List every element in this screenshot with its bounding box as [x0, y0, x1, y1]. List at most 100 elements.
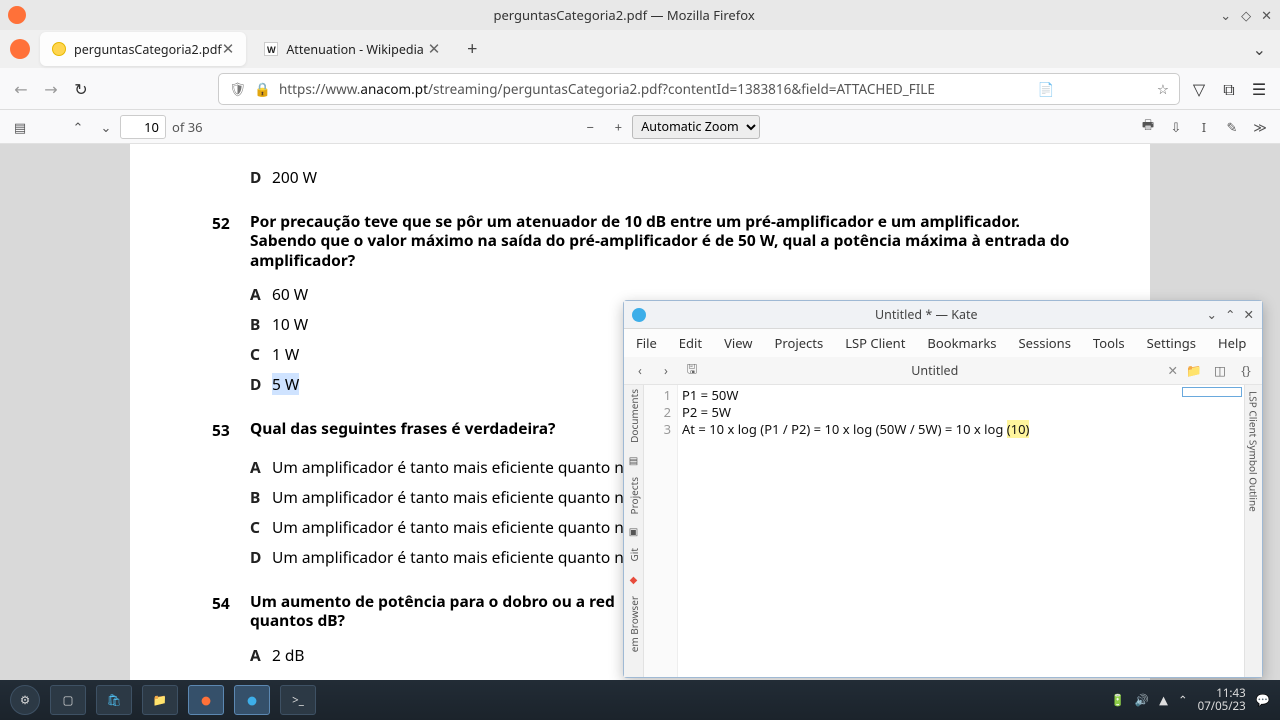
option-value-selected: 5 W	[272, 373, 299, 395]
kate-icon	[632, 308, 646, 322]
taskbar-clock[interactable]: 11:43 07/05/23	[1198, 687, 1246, 713]
option-value: Um amplificador é tanto mais eficiente q…	[272, 456, 624, 478]
zoom-select[interactable]: Automatic Zoom	[632, 115, 760, 139]
kate-nav-forward-icon[interactable]: ›	[656, 361, 676, 381]
firefox-icon	[8, 6, 26, 24]
tray-chevron-icon[interactable]: ⌃	[1178, 693, 1188, 708]
bookmark-star-icon[interactable]: ☆	[1157, 80, 1169, 98]
kate-save-icon[interactable]: 🖫	[682, 361, 702, 381]
kate-title-bar[interactable]: Untitled * — Kate ⌄ ⌃ ✕	[624, 301, 1262, 329]
taskbar-files-icon[interactable]: 📁	[142, 685, 178, 715]
menu-help[interactable]: Help	[1218, 334, 1246, 352]
page-down-icon[interactable]: ⌄	[92, 113, 120, 141]
kate-editor[interactable]: 123 P1 = 50W P2 = 5W At = 10 x log (P1 /…	[644, 385, 1244, 677]
tools-overflow-icon[interactable]: ≫	[1246, 113, 1274, 141]
window-title: perguntasCategoria2.pdf — Mozilla Firefo…	[38, 6, 1210, 24]
pdf-favicon-icon	[52, 42, 66, 56]
zoom-in-icon[interactable]: +	[604, 113, 632, 141]
kate-window-title: Untitled * — Kate	[654, 306, 1199, 323]
kate-right-sidebar[interactable]: LSP Client Symbol Outline	[1244, 385, 1262, 677]
url-text: https://www.anacom.pt/streaming/pergunta…	[279, 80, 935, 98]
side-lsp-outline[interactable]: LSP Client Symbol Outline	[1247, 391, 1261, 677]
menu-bookmarks[interactable]: Bookmarks	[927, 334, 996, 352]
zoom-out-icon[interactable]: −	[576, 113, 604, 141]
shield-icon[interactable]: 🛡	[229, 80, 246, 98]
side-browser[interactable]: em Browser	[627, 596, 641, 652]
tray-network-icon[interactable]: ▲	[1159, 693, 1168, 708]
pocket-icon[interactable]: ▽	[1188, 78, 1210, 100]
tray-battery-icon[interactable]: 🔋	[1110, 693, 1124, 708]
tab-close-icon[interactable]: ✕	[222, 39, 235, 59]
kate-tab-bar: ‹ › 🖫 Untitled ✕ 📁 ◫ {}	[624, 357, 1262, 385]
print-icon[interactable]: 🖶	[1134, 113, 1162, 141]
kate-code[interactable]: P1 = 50W P2 = 5W At = 10 x log (P1 / P2)…	[678, 385, 1033, 677]
download-icon[interactable]: ⇩	[1162, 113, 1190, 141]
new-tab-button[interactable]: +	[458, 35, 486, 63]
close-icon[interactable]: ✕	[1261, 6, 1272, 24]
forward-button[interactable]: →	[40, 78, 62, 100]
reader-icon[interactable]: 📄	[1037, 80, 1054, 98]
draw-icon[interactable]: ✎	[1218, 113, 1246, 141]
menu-tools[interactable]: Tools	[1093, 334, 1125, 352]
option-value: 2 dB	[272, 644, 305, 666]
text-select-icon[interactable]: I	[1190, 113, 1218, 141]
kate-menu-bar: File Edit View Projects LSP Client Bookm…	[624, 329, 1262, 357]
app-launcher-icon[interactable]: ⚙	[10, 685, 40, 715]
kate-close-icon[interactable]: ✕	[1244, 306, 1254, 323]
maximize-icon[interactable]: ◇	[1241, 6, 1251, 24]
taskbar-terminal-icon[interactable]: >_	[280, 685, 316, 715]
taskbar: ⚙ ▢ 🛍 📁 ● ● >_ 🔋 🔊 ▲ ⌃ 11:43 07/05/23 💬	[0, 680, 1280, 720]
page-up-icon[interactable]: ⌃	[64, 113, 92, 141]
menu-view[interactable]: View	[724, 334, 752, 352]
menu-lsp-client[interactable]: LSP Client	[845, 334, 905, 352]
side-documents[interactable]: Documents	[627, 389, 641, 443]
kate-open-icon[interactable]: 📁	[1184, 361, 1204, 381]
minimap-icon[interactable]	[1182, 387, 1242, 397]
sidebar-toggle-icon[interactable]: ▤	[6, 113, 34, 141]
tab-wikipedia[interactable]: W Attenuation - Wikipedia ✕	[252, 32, 452, 66]
side-doc-icon[interactable]: ▤	[629, 453, 638, 467]
pdf-toolbar: ▤ ⌃ ⌄ of 36 − + Automatic Zoom 🖶 ⇩ I ✎ ≫	[0, 110, 1280, 144]
tray-notifications-icon[interactable]: 💬	[1256, 693, 1270, 708]
option-value: Um amplificador é tanto mais eficiente q…	[272, 546, 624, 568]
tray-volume-icon[interactable]: 🔊	[1135, 693, 1149, 708]
reload-button[interactable]: ↻	[70, 78, 92, 100]
taskbar-firefox-icon[interactable]: ●	[188, 685, 224, 715]
back-button[interactable]: ←	[10, 78, 32, 100]
taskbar-desktop-icon[interactable]: ▢	[50, 685, 86, 715]
tab-pdf[interactable]: perguntasCategoria2.pdf ✕	[40, 32, 246, 66]
lock-icon[interactable]: 🔒	[254, 80, 271, 98]
question-number: 52	[212, 212, 230, 234]
kate-tab-close-icon[interactable]: ✕	[1168, 362, 1178, 379]
tab-close-icon[interactable]: ✕	[428, 39, 441, 59]
kate-document-tab[interactable]: Untitled	[708, 362, 1162, 379]
kate-split-icon[interactable]: ◫	[1210, 361, 1230, 381]
menu-file[interactable]: File	[636, 334, 657, 352]
kate-nav-back-icon[interactable]: ‹	[630, 361, 650, 381]
kate-minimize-icon[interactable]: ⌄	[1207, 306, 1217, 323]
url-bar[interactable]: 🛡 🔒 https://www.anacom.pt/streaming/perg…	[218, 73, 1180, 105]
option-value: 10 W	[272, 313, 308, 335]
menu-settings[interactable]: Settings	[1147, 334, 1196, 352]
side-projects[interactable]: Projects	[627, 477, 641, 514]
menu-edit[interactable]: Edit	[679, 334, 702, 352]
minimize-icon[interactable]: ⌄	[1220, 6, 1231, 24]
taskbar-kate-icon[interactable]: ●	[234, 685, 270, 715]
firefox-tab-icon[interactable]	[10, 39, 30, 59]
wikipedia-favicon-icon: W	[264, 42, 278, 56]
page-number-input[interactable]	[120, 115, 166, 139]
taskbar-store-icon[interactable]: 🛍	[96, 685, 132, 715]
extensions-icon[interactable]: ⧉	[1218, 78, 1240, 100]
side-proj-icon[interactable]: ▣	[629, 524, 638, 538]
question-number: 54	[212, 592, 230, 614]
menu-projects[interactable]: Projects	[775, 334, 824, 352]
menu-icon[interactable]: ☰	[1248, 78, 1270, 100]
kate-body: Documents ▤ Projects ▣ Git ◆ em Browser …	[624, 385, 1262, 677]
side-git[interactable]: Git	[627, 548, 641, 561]
tabs-overflow-icon[interactable]: ⌄	[1253, 38, 1266, 60]
kate-left-sidebar[interactable]: Documents ▤ Projects ▣ Git ◆ em Browser	[624, 385, 644, 677]
kate-maximize-icon[interactable]: ⌃	[1225, 306, 1235, 323]
git-icon[interactable]: ◆	[630, 572, 638, 586]
menu-sessions[interactable]: Sessions	[1019, 334, 1071, 352]
kate-braces-icon[interactable]: {}	[1236, 361, 1256, 381]
